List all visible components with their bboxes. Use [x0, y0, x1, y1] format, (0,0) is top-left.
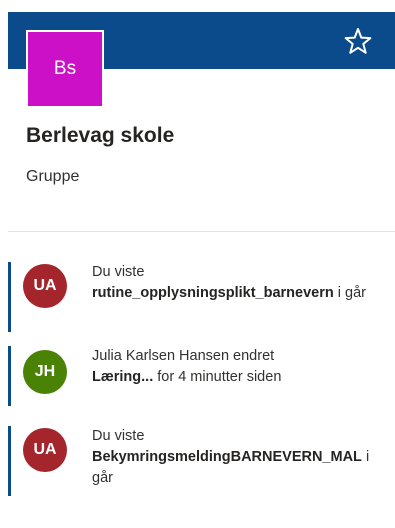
site-type-label: Gruppe — [26, 168, 80, 185]
activity-action: Du viste — [92, 428, 145, 444]
favorite-star-icon[interactable] — [342, 25, 374, 57]
activity-text: Du viste BekymringsmeldingBARNEVERN_MAL … — [92, 426, 390, 489]
activity-document-link[interactable]: Læring... — [92, 369, 153, 385]
site-logo[interactable]: Bs — [26, 30, 104, 108]
activity-action: Du viste — [92, 264, 145, 280]
site-title[interactable]: Berlevag skole — [26, 124, 174, 148]
activity-accent-bar — [8, 426, 11, 496]
activity-accent-bar — [8, 346, 11, 406]
activity-document-link[interactable]: BekymringsmeldingBARNEVERN_MAL — [92, 449, 362, 465]
activity-item[interactable]: UA Du viste BekymringsmeldingBARNEVERN_M… — [8, 426, 395, 496]
avatar: UA — [23, 428, 67, 472]
activity-item[interactable]: UA Du viste rutine_opplysningsplikt_barn… — [8, 262, 395, 332]
avatar: JH — [23, 350, 67, 394]
activity-time: i går — [333, 285, 366, 301]
activity-accent-bar — [8, 262, 11, 332]
activity-time: for 4 minutter siden — [153, 369, 282, 385]
activity-action: Julia Karlsen Hansen endret — [92, 348, 275, 364]
avatar: UA — [23, 264, 67, 308]
activity-item[interactable]: JH Julia Karlsen Hansen endret Læring...… — [8, 346, 395, 406]
site-logo-text: Bs — [53, 58, 77, 79]
activity-document-link[interactable]: rutine_opplysningsplikt_barnevern — [92, 285, 334, 301]
activity-text: Du viste rutine_opplysningsplikt_barneve… — [92, 262, 390, 304]
activity-text: Julia Karlsen Hansen endret Læring... fo… — [92, 346, 390, 388]
section-divider — [8, 231, 395, 232]
